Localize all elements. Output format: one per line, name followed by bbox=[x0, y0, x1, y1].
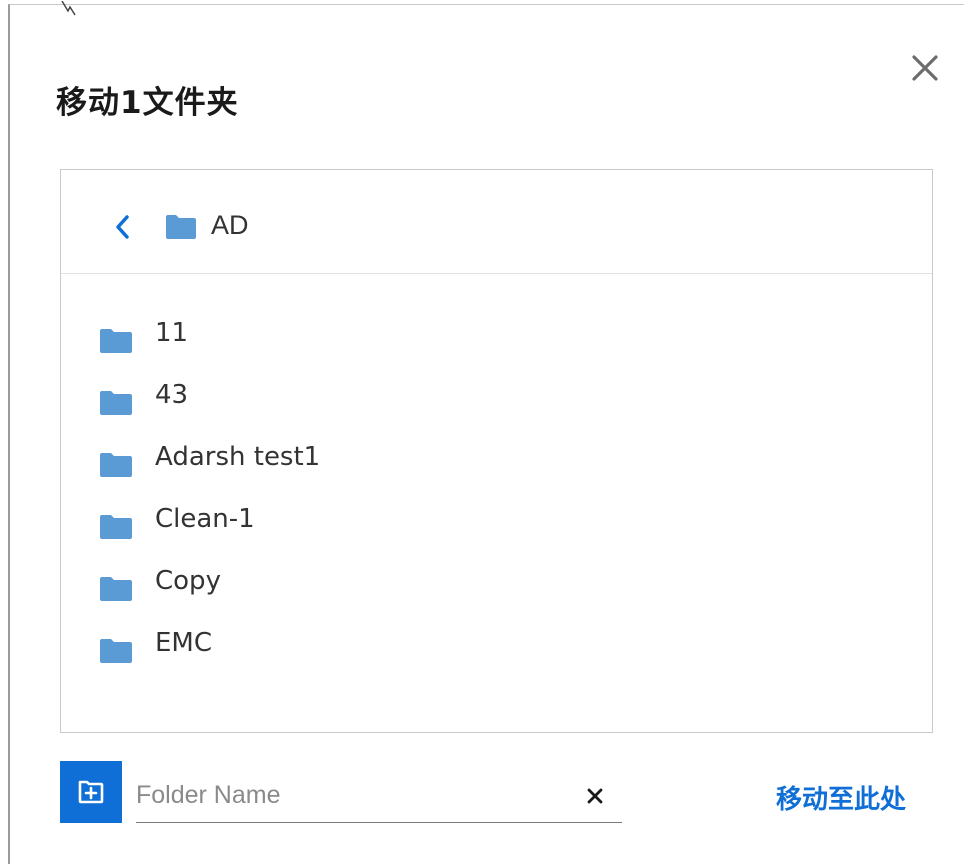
clear-icon bbox=[587, 788, 603, 804]
close-button[interactable] bbox=[908, 51, 942, 85]
dialog-title: 移动1文件夹 bbox=[56, 85, 239, 121]
folder-icon bbox=[166, 215, 196, 239]
current-folder-name: AD bbox=[211, 210, 249, 240]
move-folder-dialog: 移动1文件夹 AD 11 43 Adarsh test1 Clean-1 Cop… bbox=[8, 1, 964, 864]
close-icon bbox=[912, 55, 938, 81]
folder-name-field bbox=[136, 771, 622, 823]
folder-icon bbox=[100, 515, 132, 539]
clear-button[interactable] bbox=[582, 783, 608, 809]
folder-name-input[interactable] bbox=[136, 771, 566, 819]
folder-icon bbox=[100, 639, 132, 663]
folder-icon bbox=[100, 453, 132, 477]
folder-icon bbox=[100, 577, 132, 601]
list-item[interactable]: Adarsh test1 bbox=[61, 430, 932, 492]
mouse-cursor-icon bbox=[61, 1, 76, 16]
folder-browser: AD 11 43 Adarsh test1 Clean-1 Copy EMC bbox=[60, 169, 933, 733]
list-item[interactable]: 11 bbox=[61, 306, 932, 368]
new-folder-icon bbox=[78, 780, 104, 804]
back-button[interactable] bbox=[111, 212, 133, 242]
folder-name: Adarsh test1 bbox=[155, 442, 321, 472]
list-item[interactable]: EMC bbox=[61, 616, 932, 678]
list-item[interactable]: 43 bbox=[61, 368, 932, 430]
chevron-left-icon bbox=[116, 215, 129, 239]
new-folder-button[interactable] bbox=[60, 761, 122, 823]
folder-name: 43 bbox=[155, 380, 189, 410]
folder-icon bbox=[100, 329, 132, 353]
move-here-button[interactable]: 移动至此处 bbox=[776, 779, 906, 816]
folder-name: 11 bbox=[155, 318, 189, 348]
folder-name: Copy bbox=[155, 566, 221, 596]
folder-name: EMC bbox=[155, 628, 213, 658]
list-item[interactable]: Clean-1 bbox=[61, 492, 932, 554]
folder-browser-header: AD bbox=[61, 170, 932, 274]
folder-name: Clean-1 bbox=[155, 504, 255, 534]
folder-list: 11 43 Adarsh test1 Clean-1 Copy EMC bbox=[61, 306, 932, 678]
list-item[interactable]: Copy bbox=[61, 554, 932, 616]
folder-icon bbox=[100, 391, 132, 415]
